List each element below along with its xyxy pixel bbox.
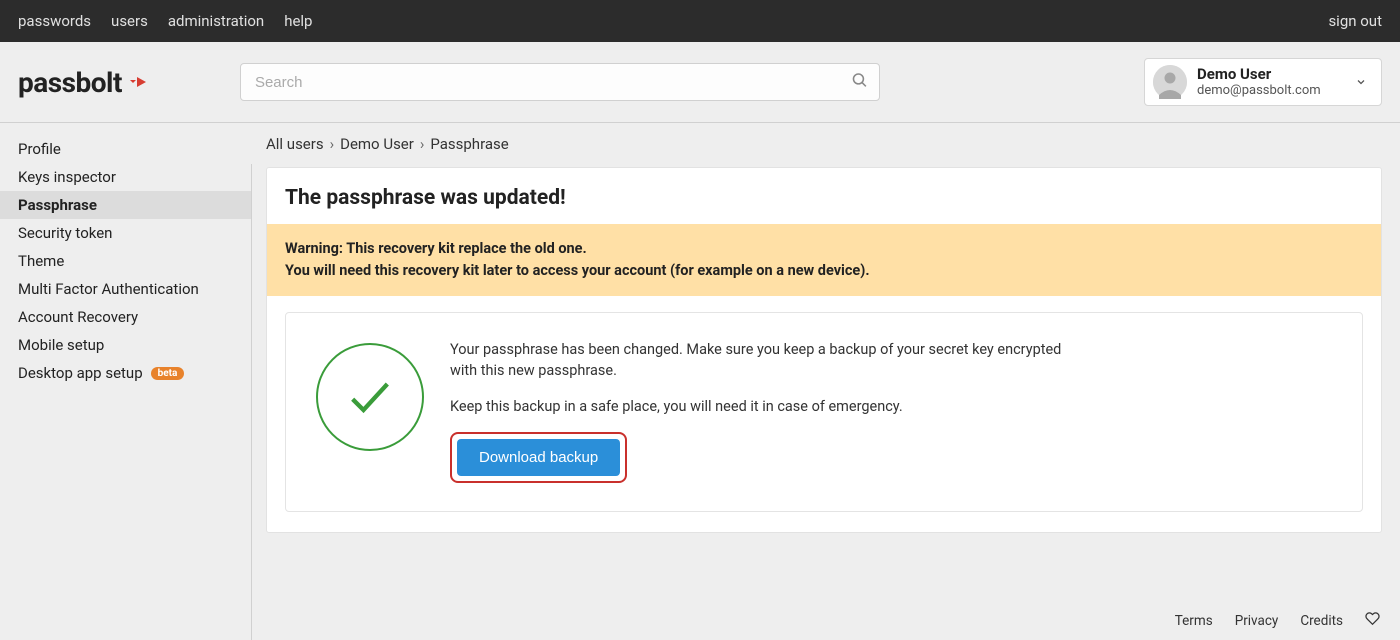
sidebar-item-mobile-setup[interactable]: Mobile setup bbox=[0, 331, 252, 359]
search-icon[interactable] bbox=[851, 72, 868, 93]
success-card: Your passphrase has been changed. Make s… bbox=[285, 312, 1363, 512]
avatar bbox=[1153, 65, 1187, 99]
sidebar-item-theme[interactable]: Theme bbox=[0, 247, 252, 275]
sidebar-item-label: Theme bbox=[18, 252, 64, 270]
breadcrumb-item: Passphrase bbox=[430, 135, 508, 153]
nav-help[interactable]: help bbox=[284, 12, 312, 30]
warning-banner: Warning: This recovery kit replace the o… bbox=[267, 224, 1381, 296]
user-email: demo@passbolt.com bbox=[1197, 83, 1321, 99]
beta-badge: beta bbox=[151, 367, 185, 380]
user-name: Demo User bbox=[1197, 65, 1321, 83]
chevron-down-icon bbox=[1355, 73, 1367, 92]
sidebar-item-label: Security token bbox=[18, 224, 112, 242]
download-highlight: Download backup bbox=[450, 432, 627, 483]
sidebar-item-label: Profile bbox=[18, 140, 61, 158]
footer-terms[interactable]: Terms bbox=[1175, 613, 1213, 629]
user-menu[interactable]: Demo User demo@passbolt.com bbox=[1144, 58, 1382, 106]
warning-line: Warning: This recovery kit replace the o… bbox=[285, 238, 1363, 260]
sidebar-item-passphrase[interactable]: Passphrase bbox=[0, 191, 252, 219]
sidebar-item-multi-factor-authentication[interactable]: Multi Factor Authentication bbox=[0, 275, 252, 303]
breadcrumb-separator: › bbox=[420, 135, 425, 153]
sidebar-item-label: Passphrase bbox=[18, 196, 97, 214]
sidebar-item-label: Desktop app setup bbox=[18, 364, 143, 382]
breadcrumb-item[interactable]: All users bbox=[266, 135, 324, 153]
sidebar-item-account-recovery[interactable]: Account Recovery bbox=[0, 303, 252, 331]
sidebar-item-profile[interactable]: Profile bbox=[0, 135, 252, 163]
search-input[interactable] bbox=[240, 63, 880, 101]
success-check-icon bbox=[316, 343, 424, 451]
download-backup-button[interactable]: Download backup bbox=[457, 439, 620, 476]
nav-users[interactable]: users bbox=[111, 12, 148, 30]
sign-out-link[interactable]: sign out bbox=[1328, 12, 1382, 30]
breadcrumb-item[interactable]: Demo User bbox=[340, 135, 414, 153]
breadcrumb: All users › Demo User › Passphrase bbox=[266, 135, 1382, 153]
sidebar-item-desktop-app-setup[interactable]: Desktop app setup beta bbox=[0, 359, 252, 387]
content-panel: The passphrase was updated! Warning: Thi… bbox=[266, 167, 1382, 533]
top-nav: passwords users administration help sign… bbox=[0, 0, 1400, 42]
footer-privacy[interactable]: Privacy bbox=[1235, 613, 1279, 629]
logo-text: passbolt bbox=[18, 66, 122, 99]
sidebar-item-label: Multi Factor Authentication bbox=[18, 280, 199, 298]
header-bar: passbolt Demo User demo@passbolt.com bbox=[0, 42, 1400, 122]
success-message: Your passphrase has been changed. Make s… bbox=[450, 339, 1090, 383]
breadcrumb-separator: › bbox=[330, 135, 335, 153]
main-content: All users › Demo User › Passphrase The p… bbox=[252, 123, 1400, 533]
sidebar-item-label: Mobile setup bbox=[18, 336, 104, 354]
footer: Terms Privacy Credits bbox=[1175, 603, 1400, 640]
warning-line: You will need this recovery kit later to… bbox=[285, 260, 1363, 282]
sidebar-item-keys-inspector[interactable]: Keys inspector bbox=[0, 163, 252, 191]
nav-passwords[interactable]: passwords bbox=[18, 12, 91, 30]
success-message: Keep this backup in a safe place, you wi… bbox=[450, 396, 1090, 418]
nav-administration[interactable]: administration bbox=[168, 12, 264, 30]
heart-icon[interactable] bbox=[1365, 611, 1380, 630]
sidebar-item-label: Keys inspector bbox=[18, 168, 116, 186]
search-container bbox=[240, 63, 880, 101]
sidebar-item-security-token[interactable]: Security token bbox=[0, 219, 252, 247]
logo: passbolt bbox=[18, 66, 150, 99]
vertical-divider bbox=[251, 164, 252, 640]
sidebar: Profile Keys inspector Passphrase Security … bbox=[0, 123, 252, 533]
sidebar-item-label: Account Recovery bbox=[18, 308, 138, 326]
page-title: The passphrase was updated! bbox=[267, 168, 1381, 224]
footer-credits[interactable]: Credits bbox=[1300, 613, 1343, 629]
logo-icon bbox=[126, 70, 150, 94]
